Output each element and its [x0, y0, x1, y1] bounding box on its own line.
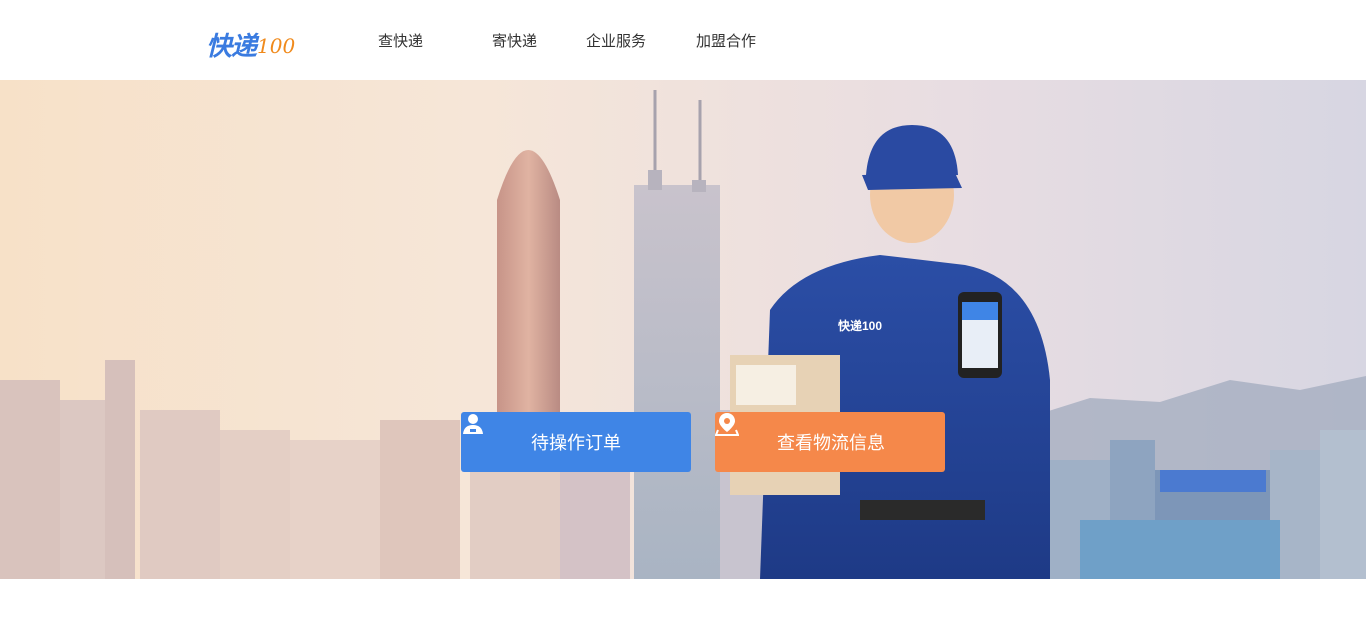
- top-header: 快递 100 查快递 寄快递 企业服务 加盟合作: [0, 0, 1366, 80]
- banner-illustration: 快递100: [0, 80, 1366, 579]
- hero-banner: 快递100 待操作订单 查看物流信息: [0, 80, 1366, 579]
- logo-number: 100: [257, 34, 296, 58]
- logo-text: 快递: [206, 32, 257, 62]
- brand-logo[interactable]: 快递 100: [206, 28, 295, 62]
- nav-item-query[interactable]: 查快递: [378, 31, 423, 51]
- map-pin-icon: [715, 413, 755, 456]
- nav-item-enterprise[interactable]: 企业服务: [586, 31, 646, 51]
- pending-orders-label: 待操作订单: [531, 433, 621, 454]
- track-logistics-label: 查看物流信息: [777, 433, 885, 454]
- pending-orders-button[interactable]: 待操作订单: [461, 412, 691, 472]
- track-logistics-button[interactable]: 查看物流信息: [715, 412, 945, 472]
- uniform-badge: 快递100: [838, 318, 882, 333]
- user-icon: [463, 414, 501, 456]
- nav-item-franchise[interactable]: 加盟合作: [696, 31, 756, 51]
- nav-item-send[interactable]: 寄快递: [492, 31, 537, 51]
